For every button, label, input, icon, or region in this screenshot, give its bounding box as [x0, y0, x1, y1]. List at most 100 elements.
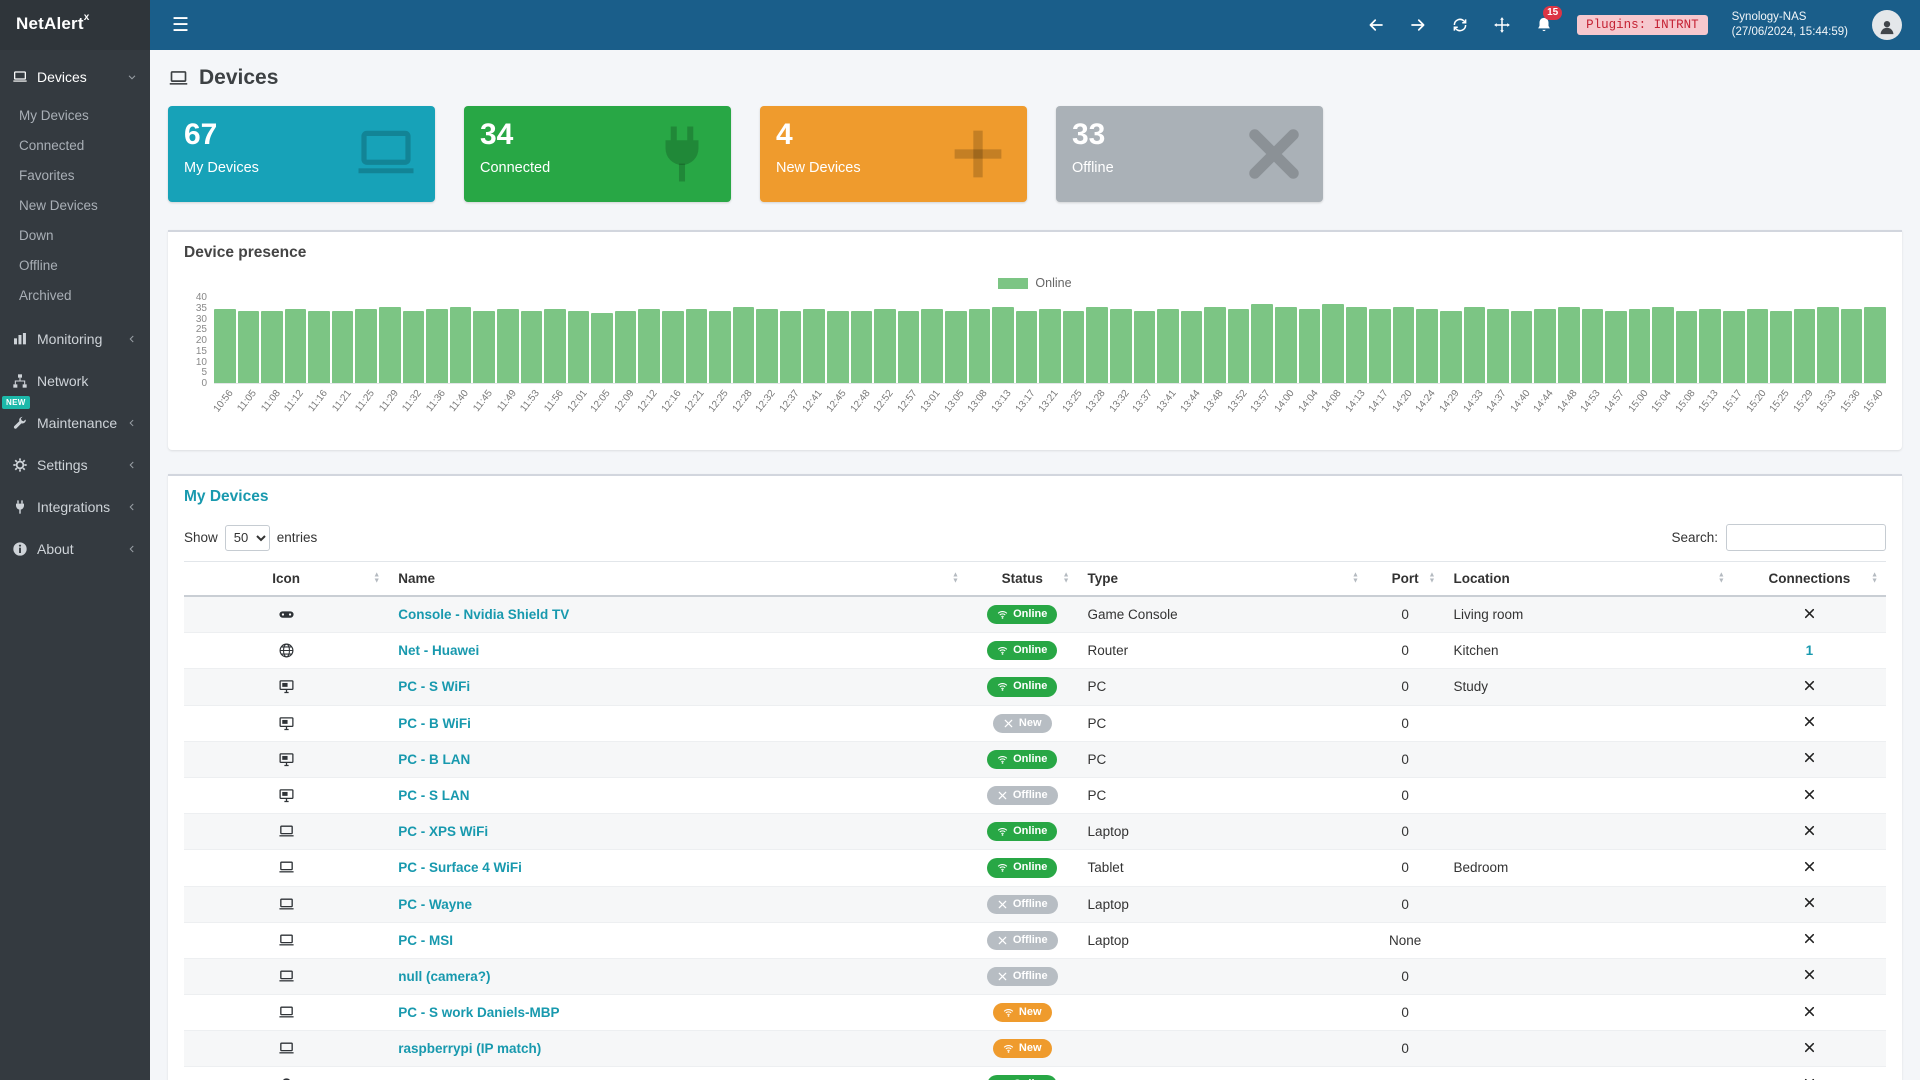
device-location [1443, 995, 1732, 1031]
laptop-icon [278, 1004, 295, 1021]
refresh-icon[interactable] [1451, 16, 1469, 34]
chart-bar [497, 309, 519, 383]
x-tick-label: 13:41 [1155, 388, 1179, 414]
stat-card-offline[interactable]: 33Offline [1056, 106, 1323, 202]
x-tick-label: 14:53 [1579, 388, 1603, 414]
device-name-link[interactable]: PC - S LAN [398, 788, 469, 803]
x-tick-label: 12:48 [848, 388, 872, 414]
chart-bar [591, 313, 613, 383]
sidebar-subitem-offline[interactable]: Offline [0, 250, 150, 280]
device-name-link[interactable]: PC - XPS WiFi [398, 824, 488, 839]
device-type: PC [1078, 741, 1367, 777]
sidebar-subitem-favorites[interactable]: Favorites [0, 160, 150, 190]
chart-bar [379, 307, 401, 384]
stat-card-connected[interactable]: 34Connected [464, 106, 731, 202]
device-name-link[interactable]: raspberrypi (IP match) [398, 1041, 541, 1056]
connections-link[interactable]: 1 [1806, 643, 1814, 658]
chart-bar [1605, 311, 1627, 383]
chart-bar [992, 307, 1014, 384]
sidebar-item-settings[interactable]: Settings [0, 444, 150, 486]
sidebar-item-maintenance[interactable]: NEWMaintenance [0, 402, 150, 444]
chart-bar [662, 311, 684, 383]
column-header-type[interactable]: Type▲▼ [1078, 562, 1367, 597]
device-port: 0 [1367, 1031, 1444, 1067]
device-name-link[interactable]: Console - Nvidia Shield TV [398, 607, 569, 622]
sidebar-toggle-button[interactable]: ☰ [168, 14, 193, 37]
chart-legend: Online [184, 276, 1886, 290]
table-body: Console - Nvidia Shield TVOnlineGame Con… [184, 596, 1886, 1080]
device-name-link[interactable]: PC - Wayne [398, 897, 472, 912]
move-icon[interactable] [1493, 16, 1511, 34]
x-tick-label: 15:33 [1815, 388, 1839, 414]
column-header-name[interactable]: Name▲▼ [388, 562, 967, 597]
page-length-select[interactable]: 50 [225, 525, 270, 551]
x-tick-label: 13:13 [990, 388, 1014, 414]
x-tick-label: 14:29 [1438, 388, 1462, 414]
status-badge: Offline [987, 895, 1058, 914]
device-name-link[interactable]: PC - S WiFi [398, 679, 470, 694]
notifications-button[interactable]: 15 [1535, 16, 1553, 34]
chart-bar [803, 309, 825, 383]
chart-bar [1275, 307, 1297, 384]
x-tick-label: 14:08 [1320, 388, 1344, 414]
chart-bar [638, 309, 660, 383]
device-row: Light - Sideboard WiFiOnlineLight0 [184, 1067, 1886, 1080]
chart-bar [521, 311, 543, 383]
chart-bar [1511, 311, 1533, 383]
device-location: Living room [1443, 596, 1732, 633]
plug-icon [649, 121, 715, 187]
chart-bar [1629, 309, 1651, 383]
column-header-status[interactable]: Status▲▼ [967, 562, 1078, 597]
stat-card-my-devices[interactable]: 67My Devices [168, 106, 435, 202]
x-tick-label: 11:53 [519, 388, 543, 414]
device-name-link[interactable]: null (camera?) [398, 969, 490, 984]
table-controls: Show 50 entries Search: [184, 524, 1886, 551]
app-logo[interactable]: NetAlertx [0, 0, 150, 50]
sidebar-item-label: Monitoring [37, 331, 102, 347]
device-name-link[interactable]: PC - S work Daniels-MBP [398, 1005, 559, 1020]
x-tick-label: 14:13 [1343, 388, 1367, 414]
device-name-link[interactable]: Net - Huawei [398, 643, 479, 658]
sidebar-item-about[interactable]: About [0, 528, 150, 570]
sidebar-subitem-connected[interactable]: Connected [0, 130, 150, 160]
column-header-port[interactable]: Port▲▼ [1367, 562, 1444, 597]
sidebar-subitem-down[interactable]: Down [0, 220, 150, 250]
device-location [1443, 777, 1732, 813]
chart-bar [450, 307, 472, 384]
sidebar-item-monitoring[interactable]: Monitoring [0, 318, 150, 360]
wifi-icon [1003, 1007, 1014, 1018]
no-connections-icon [1803, 1005, 1816, 1018]
chart-bars [214, 298, 1886, 384]
sidebar-item-integrations[interactable]: Integrations [0, 486, 150, 528]
device-name-link[interactable]: PC - B LAN [398, 752, 470, 767]
column-header-connections[interactable]: Connections▲▼ [1733, 562, 1886, 597]
x-tick-label: 12:09 [612, 388, 636, 414]
no-connections-icon [1803, 1041, 1816, 1054]
sidebar-subitem-my-devices[interactable]: My Devices [0, 100, 150, 130]
sidebar-item-label: Settings [37, 457, 88, 473]
device-presence-panel: Device presence Online 4035302520151050 … [168, 230, 1902, 450]
user-avatar[interactable] [1872, 10, 1902, 40]
stat-card-new-devices[interactable]: 4New Devices [760, 106, 1027, 202]
chart-bar [1699, 309, 1721, 383]
no-connections-icon [1803, 932, 1816, 945]
device-name-link[interactable]: PC - Surface 4 WiFi [398, 860, 522, 875]
x-tick-label: 14:04 [1296, 388, 1320, 414]
back-arrow-icon[interactable] [1367, 16, 1385, 34]
status-badge: New [993, 1039, 1052, 1058]
column-header-location[interactable]: Location▲▼ [1443, 562, 1732, 597]
search-input[interactable] [1726, 524, 1886, 551]
device-type [1078, 995, 1367, 1031]
device-name-link[interactable]: PC - B WiFi [398, 716, 471, 731]
device-name-link[interactable]: PC - MSI [398, 933, 453, 948]
sidebar-item-devices[interactable]: Devices [0, 56, 150, 98]
sidebar-item-label: Network [37, 373, 88, 389]
sidebar-subitem-new-devices[interactable]: New Devices [0, 190, 150, 220]
plugins-status-badge[interactable]: Plugins: INTRNT [1577, 15, 1708, 35]
forward-arrow-icon[interactable] [1409, 16, 1427, 34]
device-row: PC - S work Daniels-MBPNew0 [184, 995, 1886, 1031]
chart-bar [733, 307, 755, 384]
sidebar-subitem-archived[interactable]: Archived [0, 280, 150, 310]
column-header-icon[interactable]: Icon▲▼ [184, 562, 388, 597]
x-tick-label: 12:45 [825, 388, 849, 414]
